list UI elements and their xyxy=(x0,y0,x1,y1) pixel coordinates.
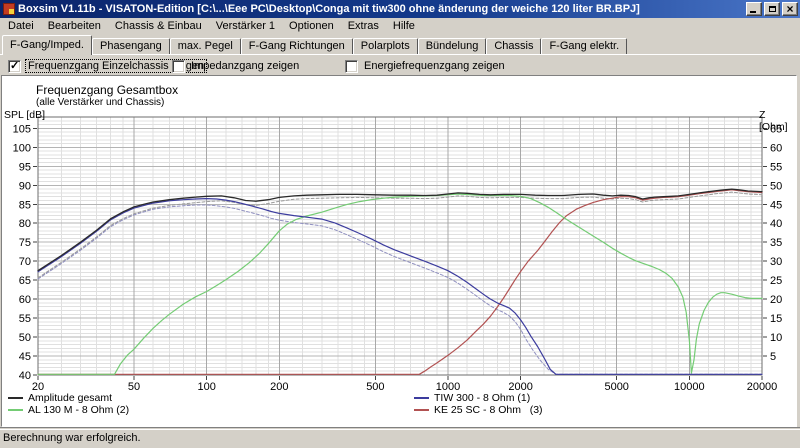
y-left-tick-label: 45 xyxy=(19,351,31,363)
menu-item-chassis-einbau[interactable]: Chassis & Einbau xyxy=(108,19,209,33)
y-left-tick-label: 55 xyxy=(19,313,31,325)
y-right-tick-label: 55 xyxy=(770,161,782,173)
y-right-tick-label: 25 xyxy=(770,275,782,287)
tab-bündelung[interactable]: Bündelung xyxy=(417,38,487,54)
y-right-tick-label: 60 xyxy=(770,142,782,154)
legend-swatch xyxy=(8,397,23,399)
tab-polarplots[interactable]: Polarplots xyxy=(352,38,418,54)
y-left-axis-label: SPL [dB] xyxy=(4,109,46,121)
x-tick-label: 5000 xyxy=(604,381,628,393)
checkbox-box[interactable] xyxy=(345,59,358,73)
menu-item-verstärker-1[interactable]: Verstärker 1 xyxy=(209,19,282,33)
minimize-button[interactable] xyxy=(746,2,762,16)
y-right-tick-label: 20 xyxy=(770,294,782,306)
y-left-tick-label: 90 xyxy=(19,180,31,192)
y-left-tick-label: 100 xyxy=(13,142,31,154)
restore-button[interactable] xyxy=(764,2,780,16)
window-controls xyxy=(746,2,798,16)
y-left-tick-label: 75 xyxy=(19,237,31,249)
y-left-tick-label: 70 xyxy=(19,256,31,268)
boxsim-window: { "window": { "title": "Boxsim V1.11b - … xyxy=(0,0,800,448)
menu-item-extras[interactable]: Extras xyxy=(341,19,386,33)
x-tick-label: 10000 xyxy=(674,381,705,393)
y-right-tick-label: 50 xyxy=(770,180,782,192)
curve-ke-25-sc-8-ohm-3 xyxy=(37,189,763,375)
y-left-tick-label: 50 xyxy=(19,332,31,344)
x-tick-label: 50 xyxy=(128,381,140,393)
tab-max-pegel[interactable]: max. Pegel xyxy=(169,38,241,54)
y-left-tick-label: 95 xyxy=(19,161,31,173)
y-right-tick-label: 5 xyxy=(770,351,776,363)
checkbox-energiefrequenzgang-zeigen[interactable]: Energiefrequenzgang zeigen xyxy=(345,58,507,74)
menu-bar: Datei Bearbeiten Chassis & Einbau Verstärke… xyxy=(0,18,800,34)
checkbox-label: Energiefrequenzgang zeigen xyxy=(364,60,505,72)
menu-item-datei[interactable]: Datei xyxy=(1,19,41,33)
minimize-icon xyxy=(750,11,756,13)
checkbox-impedanzgang-zeigen[interactable]: Impedanzgang zeigen xyxy=(172,58,301,74)
y-left-tick-label: 60 xyxy=(19,294,31,306)
legend-item-tiw-300-8-ohm-1: TIW 300 - 8 Ohm (1) xyxy=(414,392,543,404)
chart-subtitle: (alle Verstärker und Chassis) xyxy=(36,97,165,108)
y-right-tick-label: 30 xyxy=(770,256,782,268)
checkbox-row: Frequenzgang Einzelchassis zeigenImpedan… xyxy=(6,58,794,74)
x-tick-label: 100 xyxy=(198,381,216,393)
legend-label: Amplitude gesamt xyxy=(28,392,113,404)
y-right-tick-label: 15 xyxy=(770,313,782,325)
menu-item-bearbeiten[interactable]: Bearbeiten xyxy=(41,19,108,33)
menu-item-hilfe[interactable]: Hilfe xyxy=(386,19,422,33)
legend-label: TIW 300 - 8 Ohm (1) xyxy=(434,392,531,404)
checkbox-box[interactable] xyxy=(8,59,21,73)
legend-label: AL 130 M - 8 Ohm (2) xyxy=(28,404,130,416)
window-title: Boxsim V1.11b - VISATON-Edition [C:\...\… xyxy=(18,3,640,15)
legend-column-2: TIW 300 - 8 Ohm (1) KE 25 SC - 8 Ohm (3) xyxy=(414,392,543,416)
legend-item-amplitude-gesamt: Amplitude gesamt xyxy=(8,392,129,404)
frequency-response-chart: 40 45 50 55 60 65 70 75 80 85 90 95 100 105 5 10 15 20 25 3… xyxy=(13,116,782,393)
checkbox-label: Impedanzgang zeigen xyxy=(191,60,300,72)
close-button[interactable] xyxy=(782,2,798,16)
y-right-tick-label: 35 xyxy=(770,237,782,249)
tab-f-gang-elektr[interactable]: F-Gang elektr. xyxy=(541,38,628,54)
checkbox-box[interactable] xyxy=(172,59,185,73)
chart-title: Frequenzgang Gesamtbox xyxy=(36,83,179,97)
y-right-tick-label: 40 xyxy=(770,218,782,230)
legend-swatch xyxy=(8,409,23,411)
y-left-tick-label: 105 xyxy=(13,123,31,135)
menu-item-optionen[interactable]: Optionen xyxy=(282,19,341,33)
legend-swatch xyxy=(414,409,429,411)
y-left-tick-label: 80 xyxy=(19,218,31,230)
x-tick-label: 200 xyxy=(270,381,288,393)
x-tick-label: 500 xyxy=(366,381,384,393)
title-bar: Boxsim V1.11b - VISATON-Edition [C:\...\… xyxy=(0,0,800,18)
y-right-tick-label: 45 xyxy=(770,199,782,211)
y-left-tick-label: 65 xyxy=(19,275,31,287)
tab-f-gang-imped[interactable]: F-Gang/Imped. xyxy=(2,35,92,55)
status-text: Berechnung war erfolgreich. xyxy=(0,429,800,445)
legend-column-1: Amplitude gesamt AL 130 M - 8 Ohm (2) xyxy=(8,392,129,416)
legend-item-ke-25-sc-8-ohm-3: KE 25 SC - 8 Ohm (3) xyxy=(414,404,543,416)
y-left-tick-label: 40 xyxy=(19,370,31,382)
y-right-axis-label: Z [Ohm] xyxy=(759,109,788,133)
tab-f-gang-richtungen[interactable]: F-Gang Richtungen xyxy=(240,38,353,54)
tab-chassis[interactable]: Chassis xyxy=(486,38,542,54)
legend-label: KE 25 SC - 8 Ohm (3) xyxy=(434,404,543,416)
x-tick-label: 20000 xyxy=(747,381,778,393)
tab-phasengang[interactable]: Phasengang xyxy=(91,38,170,54)
content-panel: Frequenzgang Einzelchassis zeigenImpedan… xyxy=(0,54,800,427)
legend-swatch xyxy=(414,397,429,399)
app-icon xyxy=(3,3,15,15)
restore-icon xyxy=(769,6,776,12)
tab-strip: F-Gang/Imped. Phasengang max. Pegel F-Gang … xyxy=(0,34,800,55)
y-left-tick-label: 85 xyxy=(19,199,31,211)
y-right-tick-label: 10 xyxy=(770,332,782,344)
legend-item-al-130-m-8-ohm-2: AL 130 M - 8 Ohm (2) xyxy=(8,404,129,416)
status-bar: Berechnung war erfolgreich. xyxy=(0,427,800,448)
chart-area: 40 45 50 55 60 65 70 75 80 85 90 95 100 105 5 10 15 20 25 3… xyxy=(1,75,797,427)
